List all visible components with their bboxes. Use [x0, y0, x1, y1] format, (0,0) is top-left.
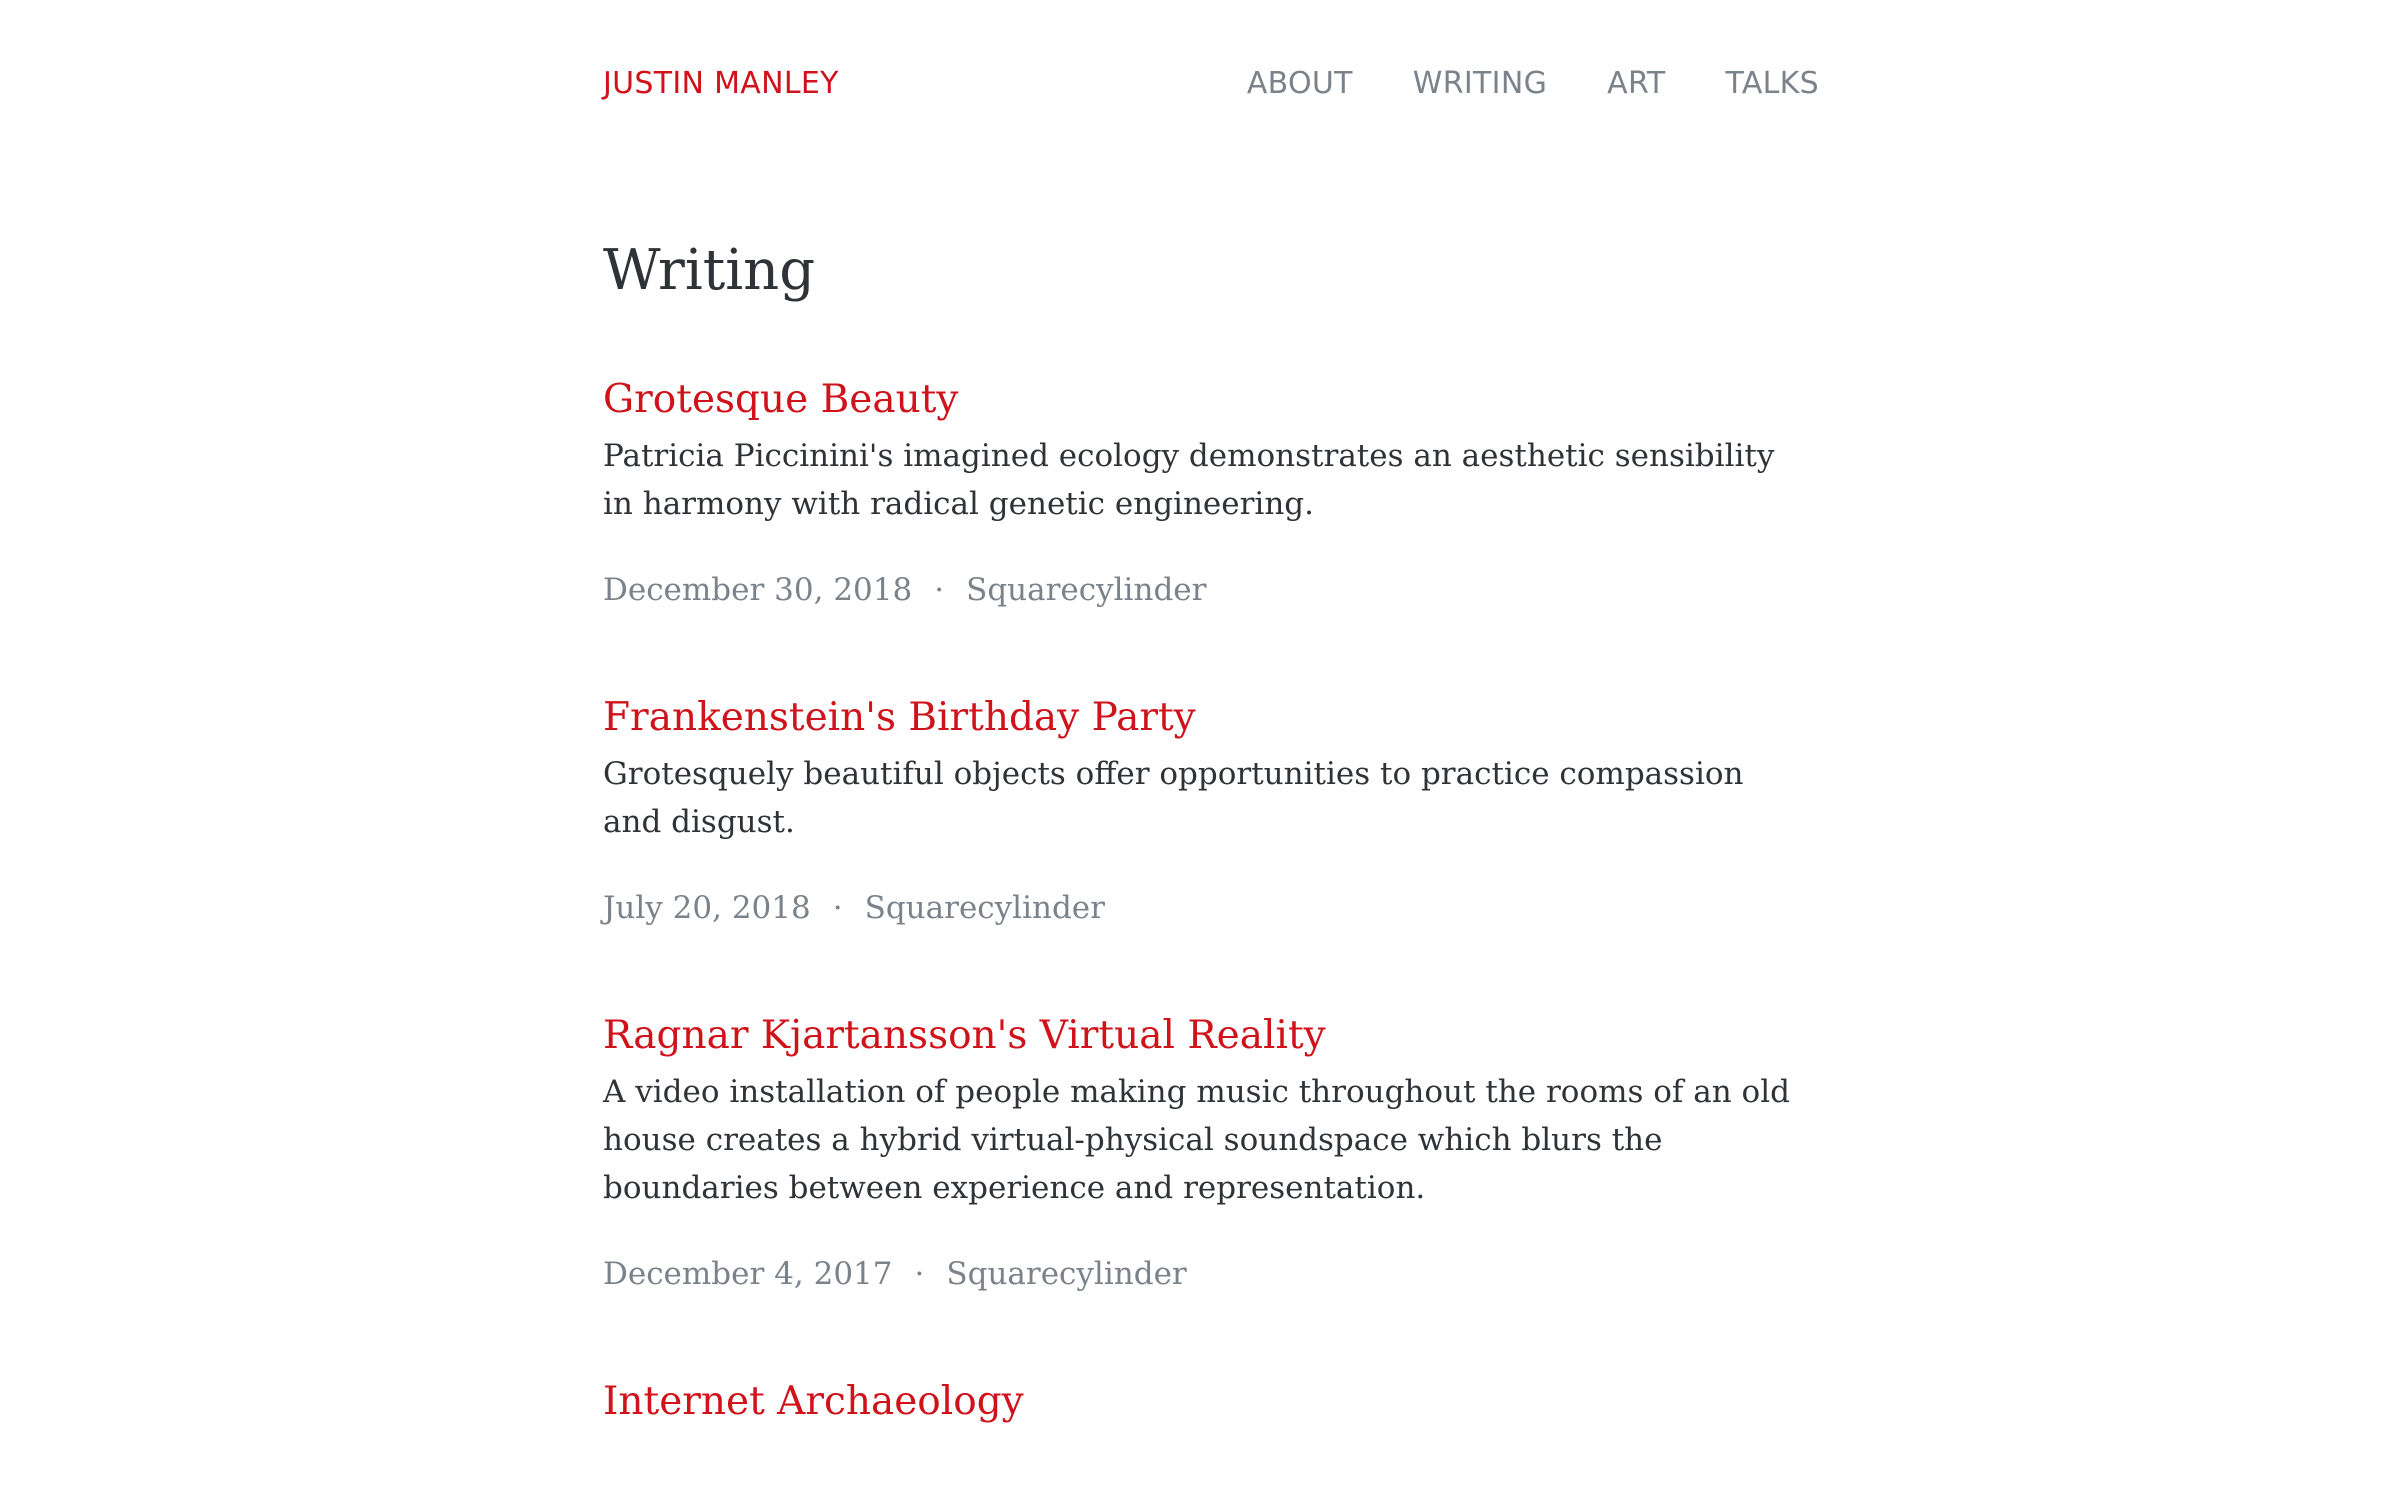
- nav-item-about[interactable]: ABOUT: [1247, 60, 1353, 108]
- post-item: Grotesque Beauty Patricia Piccinini's im…: [603, 370, 1819, 614]
- meta-separator: ·: [934, 572, 945, 608]
- post-source-link[interactable]: Squarecylinder: [966, 572, 1206, 608]
- post-excerpt: Grotesquely beautiful objects offer oppo…: [603, 756, 1744, 840]
- post-meta: December 4, 2017 · Squarecylinder: [603, 1250, 1819, 1298]
- post-date: December 30, 2018: [603, 572, 913, 608]
- post-date: December 4, 2017: [603, 1256, 893, 1292]
- meta-separator: ·: [914, 1256, 925, 1292]
- post-item: Internet Archaeology: [603, 1372, 1819, 1432]
- post-item: Frankenstein's Birthday Party Grotesquel…: [603, 688, 1819, 932]
- post-list: Grotesque Beauty Patricia Piccinini's im…: [603, 370, 1819, 1506]
- nav-item-art[interactable]: ART: [1607, 60, 1665, 108]
- page-container: JUSTIN MANLEY ABOUT WRITING ART TALKS Wr…: [603, 0, 1819, 1424]
- site-header: JUSTIN MANLEY ABOUT WRITING ART TALKS: [603, 0, 1819, 170]
- post-date: July 20, 2018: [603, 890, 811, 926]
- post-item: Ragnar Kjartansson's Virtual Reality A v…: [603, 1006, 1819, 1298]
- site-title-link[interactable]: JUSTIN MANLEY: [603, 60, 839, 108]
- post-excerpt: Patricia Piccinini's imagined ecology de…: [603, 438, 1775, 522]
- post-title-link[interactable]: Internet Archaeology: [603, 1372, 1024, 1432]
- post-title-link[interactable]: Frankenstein's Birthday Party: [603, 688, 1196, 748]
- post-meta: July 20, 2018 · Squarecylinder: [603, 884, 1819, 932]
- nav-item-talks[interactable]: TALKS: [1726, 60, 1819, 108]
- post-title-link[interactable]: Grotesque Beauty: [603, 370, 958, 430]
- meta-separator: ·: [832, 890, 843, 926]
- post-excerpt: A video installation of people making mu…: [603, 1074, 1790, 1206]
- post-source-link[interactable]: Squarecylinder: [865, 890, 1105, 926]
- page-title: Writing: [603, 238, 816, 303]
- post-source-link[interactable]: Squarecylinder: [946, 1256, 1186, 1292]
- nav-item-writing[interactable]: WRITING: [1413, 60, 1547, 108]
- main-nav: ABOUT WRITING ART TALKS: [1247, 60, 1819, 108]
- post-title-link[interactable]: Ragnar Kjartansson's Virtual Reality: [603, 1006, 1326, 1066]
- post-meta: December 30, 2018 · Squarecylinder: [603, 566, 1819, 614]
